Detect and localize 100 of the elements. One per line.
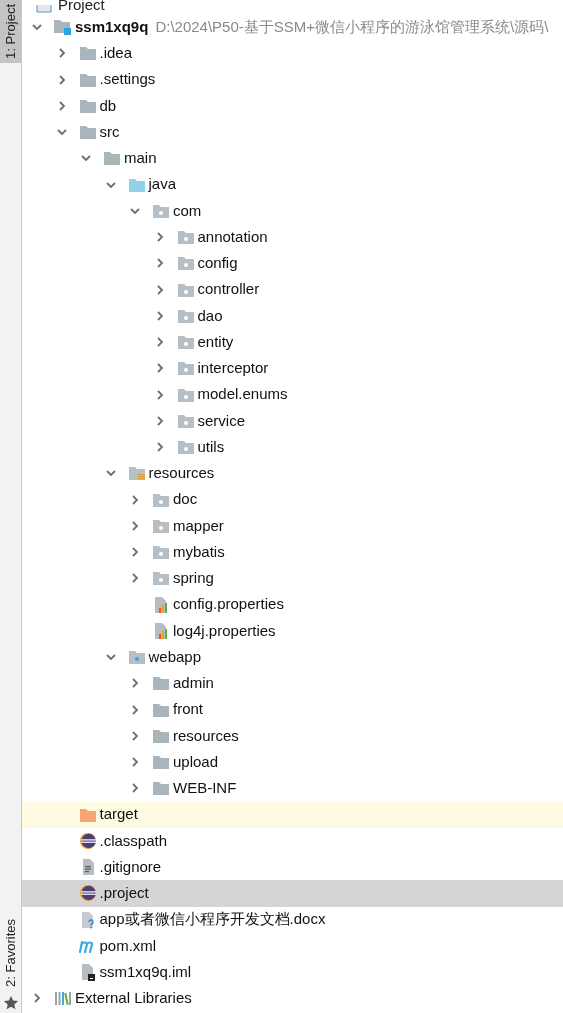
tree-row[interactable]: .gitignore (22, 854, 563, 881)
item-name: entity (197, 331, 234, 352)
tree-row[interactable]: utils (22, 434, 563, 461)
tree-row[interactable]: config (22, 250, 563, 277)
tree-row[interactable]: upload (22, 749, 563, 776)
folder-icon (78, 124, 97, 141)
tree-row[interactable]: webapp (22, 644, 563, 671)
eclipse-icon (78, 831, 97, 850)
libraries-icon (54, 990, 72, 1007)
properties-file-icon (152, 621, 170, 640)
item-name: main (124, 148, 157, 169)
item-name: target (99, 804, 138, 825)
item-name: resources (173, 725, 239, 746)
chevron-right-icon[interactable] (129, 519, 141, 532)
tree-row[interactable]: config.properties (22, 591, 563, 618)
properties-file-icon (152, 595, 170, 614)
folder-icon (78, 97, 97, 114)
item-name: interceptor (197, 358, 269, 379)
tree-row[interactable]: resources (22, 460, 563, 487)
package-folder-icon (152, 202, 170, 219)
tree-row[interactable]: main (22, 145, 563, 172)
folder-icon (78, 71, 97, 88)
tree-row[interactable]: resources (22, 722, 563, 749)
item-name: config.properties (173, 594, 284, 615)
folder-icon (152, 780, 170, 797)
tree-row[interactable]: com (22, 197, 563, 224)
item-name: upload (173, 751, 219, 772)
tree-row[interactable]: doc (22, 486, 563, 513)
tree-row[interactable]: db (22, 92, 563, 119)
package-folder-icon (176, 360, 195, 377)
item-name: com (173, 200, 202, 221)
tree-row[interactable]: model.enums (22, 381, 563, 408)
package-folder-icon (152, 517, 170, 534)
chevron-right-icon[interactable] (129, 782, 141, 795)
tree-row[interactable]: .settings (22, 66, 563, 93)
tree-row[interactable]: controller (22, 276, 563, 303)
tree-row[interactable]: .classpath (22, 827, 563, 854)
chevron-right-icon[interactable] (129, 572, 141, 585)
item-name: pom.xml (99, 935, 157, 956)
tree-row[interactable]: mapper (22, 512, 563, 539)
package-folder-icon (176, 334, 195, 351)
item-name: src (99, 121, 120, 142)
tree-row[interactable]: src (22, 119, 563, 146)
side-tab[interactable]: 1: Project (0, 0, 21, 63)
item-name: front (173, 699, 203, 720)
tree-row[interactable]: WEB-INF (22, 775, 563, 802)
tree-row[interactable]: service (22, 407, 563, 434)
tree-row[interactable]: .project (22, 880, 563, 907)
tree-row[interactable]: target (22, 801, 563, 828)
item-name: webapp (148, 646, 202, 667)
chevron-right-icon[interactable] (31, 992, 43, 1005)
tree-row[interactable]: admin (22, 670, 563, 697)
package-folder-icon (176, 439, 195, 456)
resources-folder-icon (127, 465, 146, 482)
tree-row[interactable]: ssm1xq9q.iml (22, 959, 563, 986)
tree-row[interactable]: spring (22, 565, 563, 592)
item-name: log4j.properties (173, 620, 276, 641)
tree-row[interactable]: front (22, 696, 563, 723)
eclipse-icon (78, 884, 97, 903)
chevron-right-icon[interactable] (129, 546, 141, 559)
tree-row[interactable]: mybatis (22, 539, 563, 566)
item-name: .gitignore (99, 856, 162, 877)
package-folder-icon (176, 307, 195, 324)
chevron-right-icon[interactable] (129, 677, 141, 690)
package-folder-icon (152, 491, 170, 508)
tree-row[interactable]: External Libraries (22, 985, 563, 1012)
star-icon[interactable] (2, 995, 19, 1011)
item-name: utils (197, 436, 225, 457)
item-name: controller (197, 279, 260, 300)
item-name: .settings (99, 69, 156, 90)
tree-row[interactable]: app或者微信小程序开发文档.docx (22, 906, 563, 933)
item-name: annotation (197, 226, 268, 247)
side-tab[interactable]: 2: Favorites (0, 915, 21, 991)
chevron-right-icon[interactable] (129, 493, 141, 506)
chevron-right-icon[interactable] (129, 756, 141, 769)
tree-row[interactable]: java (22, 171, 563, 198)
package-folder-icon (152, 544, 170, 561)
tree-row[interactable]: interceptor (22, 355, 563, 382)
folder-icon (78, 45, 97, 62)
item-name: ssm1xq9q.iml (99, 961, 192, 982)
tree-row[interactable]: ssm1xq9q D:\2024\P50-基于SSM+微信小程序的游泳馆管理系统\源码\ (22, 14, 563, 41)
item-name: admin (173, 673, 214, 694)
package-folder-icon (176, 412, 195, 429)
tree-row[interactable]: pom.xml (22, 932, 563, 959)
item-name: db (99, 95, 117, 116)
tree-row[interactable]: .idea (22, 40, 563, 67)
package-folder-icon (176, 229, 195, 246)
package-folder-icon (176, 386, 195, 403)
chevron-right-icon[interactable] (129, 729, 141, 742)
module-folder-icon (53, 18, 73, 37)
item-name: dao (197, 305, 223, 326)
tree-row[interactable]: dao (22, 302, 563, 329)
tree-row[interactable]: log4j.properties (22, 617, 563, 644)
chevron-right-icon[interactable] (129, 703, 141, 716)
tree-row[interactable]: entity (22, 329, 563, 356)
tree-row[interactable]: annotation (22, 224, 563, 251)
item-name: app或者微信小程序开发文档.docx (99, 909, 326, 930)
folder-icon (127, 176, 146, 193)
folder-icon (152, 727, 170, 744)
item-name: model.enums (197, 384, 288, 405)
